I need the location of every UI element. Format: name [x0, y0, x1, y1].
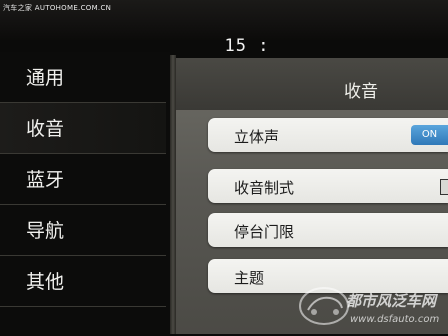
- stereo-toggle[interactable]: ON: [411, 125, 448, 145]
- value-indicator-icon: [440, 179, 448, 195]
- watermark-url: www.dsfauto.com: [350, 314, 439, 325]
- sidebar-item-label: 其他: [26, 271, 65, 293]
- sidebar-item-label: 蓝牙: [26, 169, 65, 191]
- setting-row-radio-standard[interactable]: 收音制式: [208, 169, 448, 203]
- watermark-name: 都市风泛车网: [346, 292, 439, 310]
- sidebar-item-label: 通用: [26, 67, 65, 89]
- sidebar-menu: 通用 收音 蓝牙 导航 其他: [0, 52, 170, 334]
- sidebar-item-radio[interactable]: 收音: [0, 103, 166, 154]
- panel-header: 收音: [176, 58, 448, 110]
- sidebar-item-label: 收音: [26, 118, 65, 140]
- setting-label: 收音制式: [234, 179, 295, 197]
- setting-row-stereo[interactable]: 立体声 ON: [208, 118, 448, 152]
- setting-row-stop-threshold[interactable]: 停台门限: [208, 213, 448, 247]
- setting-label: 立体声: [234, 128, 280, 146]
- sidebar-item-other[interactable]: 其他: [0, 256, 166, 307]
- setting-label: 停台门限: [234, 223, 295, 241]
- sidebar-item-general[interactable]: 通用: [0, 52, 166, 103]
- car-logo-icon: 都市风泛车网 www.dsfauto.com: [299, 287, 439, 325]
- setting-label: 主题: [234, 269, 265, 287]
- watermark-text: 汽车之家 AUTOHOME.COM.CN: [3, 4, 112, 12]
- page-title: 收音: [344, 82, 378, 102]
- sidebar-item-navigation[interactable]: 导航: [0, 205, 166, 256]
- watermark-logo: 都市风泛车网 www.dsfauto.com: [296, 276, 446, 332]
- sidebar-item-bluetooth[interactable]: 蓝牙: [0, 154, 166, 205]
- sidebar-item-label: 导航: [26, 220, 65, 242]
